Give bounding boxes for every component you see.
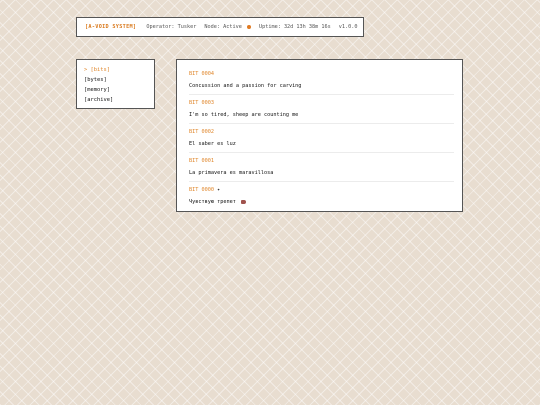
status-dot-icon (246, 24, 251, 29)
operator-label: Operator: Tusker (146, 24, 197, 30)
uptime-label: Uptime: 32d 13h 38m 16s (258, 24, 331, 30)
list-item: BIT 0004 Concussion and a passion for ca… (189, 66, 454, 95)
bit-text: La primavera es maravillosa (189, 170, 274, 176)
sidebar-nav: > [bits] [bytes] [memory] [archive] (76, 59, 155, 109)
pinned-star-icon: ✦ (217, 187, 221, 193)
bit-text: Concussion and a passion for carving (189, 83, 302, 89)
list-item: BIT 0002 El saber es luz (189, 124, 454, 153)
bit-id[interactable]: BIT 0002 (189, 129, 454, 136)
heart-icon (240, 199, 246, 204)
list-item: BIT 0001 La primavera es maravillosa (189, 153, 454, 182)
bits-feed: BIT 0004 Concussion and a passion for ca… (176, 59, 463, 212)
sidebar-item-memory[interactable]: [memory] (84, 85, 147, 95)
bit-text: El saber es luz (189, 141, 236, 147)
list-item: BIT 0000 ✦ Чувствую трепет (189, 182, 454, 210)
bit-id-row: BIT 0000 ✦ (189, 187, 454, 194)
sidebar-item-bits[interactable]: > [bits] (84, 65, 147, 75)
top-status-bar: [A-VOID SYSTEM] Operator: Tusker Node: A… (76, 17, 364, 37)
bit-id[interactable]: BIT 0000 (189, 187, 214, 193)
version-label: v1.0.0 (338, 24, 358, 30)
sidebar-item-archive[interactable]: [archive] (84, 95, 147, 105)
list-item: BIT 0003 I'm so tired, sheep are countin… (189, 95, 454, 124)
bit-id[interactable]: BIT 0003 (189, 100, 454, 107)
bit-text: Чувствую трепет (189, 199, 236, 205)
bit-id[interactable]: BIT 0001 (189, 158, 454, 165)
bit-text: I'm so tired, sheep are counting me (189, 112, 299, 118)
bit-text-row: Чувствую трепет (189, 198, 454, 206)
sidebar-item-bytes[interactable]: [bytes] (84, 75, 147, 85)
bit-id[interactable]: BIT 0004 (189, 71, 454, 78)
node-status: Node: Active (204, 24, 251, 30)
node-status-label: Node: Active (204, 24, 242, 30)
system-brand[interactable]: [A-VOID SYSTEM] (85, 24, 136, 30)
